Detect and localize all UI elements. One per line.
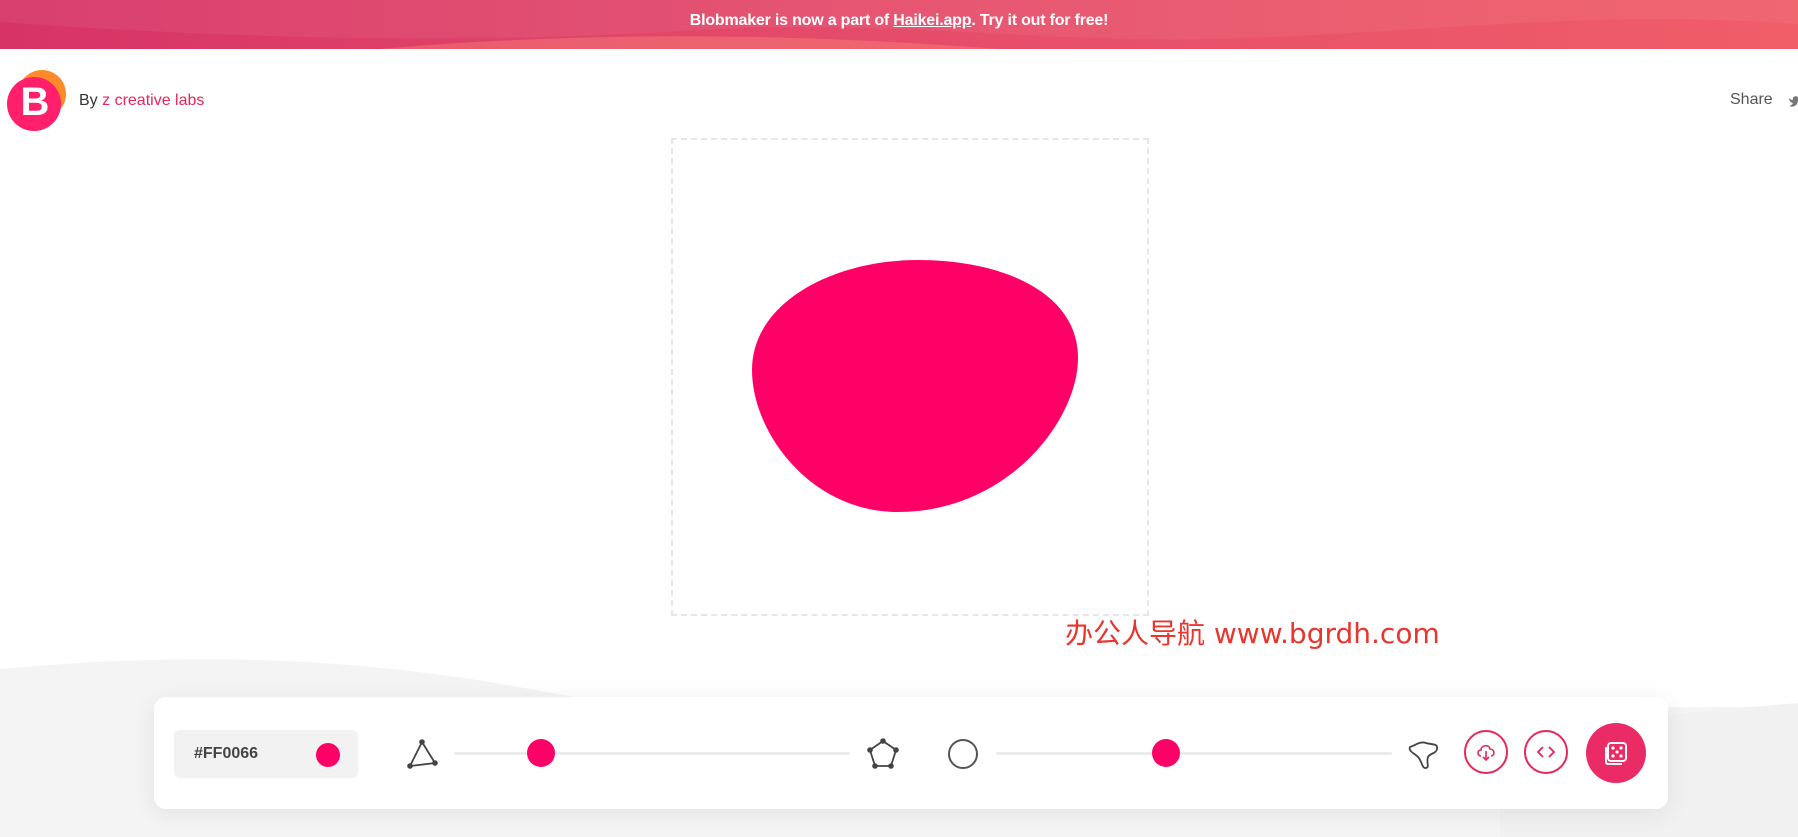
haikei-link[interactable]: Haikei.app	[893, 12, 971, 29]
spiky-blob-icon	[1408, 741, 1438, 769]
blob-shape	[752, 260, 1078, 512]
dice-icon	[1605, 742, 1627, 765]
code-button[interactable]	[1524, 730, 1568, 774]
banner-prefix: Blobmaker is now a part of	[689, 12, 894, 29]
circle-icon	[948, 739, 978, 769]
complexity-slider[interactable]	[454, 738, 850, 768]
color-picker[interactable]: #FF0066	[174, 730, 358, 778]
banner-suffix: . Try it out for free!	[971, 12, 1109, 29]
complexity-thumb[interactable]	[527, 739, 556, 767]
download-button[interactable]	[1464, 730, 1508, 774]
color-value[interactable]: #FF0066	[194, 745, 258, 763]
blobmaker-logo[interactable]: B	[4, 68, 68, 132]
watermark-text: 办公人导航 www.bgrdh.com	[1065, 617, 1440, 650]
share-label[interactable]: Share	[1730, 91, 1773, 109]
logo-letter: B	[21, 80, 50, 124]
randomize-button[interactable]	[1586, 723, 1646, 783]
triangle-points-icon	[407, 739, 438, 769]
complexity-track[interactable]	[454, 752, 850, 755]
contrast-thumb[interactable]	[1152, 739, 1181, 767]
twitter-icon[interactable]	[1789, 94, 1798, 108]
by-line: By z creative labs	[79, 92, 204, 110]
cloud-download-icon	[1477, 744, 1495, 762]
contrast-slider[interactable]	[996, 738, 1392, 768]
pentagon-points-icon	[867, 738, 899, 769]
contrast-track[interactable]	[996, 752, 1392, 755]
banner-message: Blobmaker is now a part of Haikei.app. T…	[0, 12, 1798, 30]
controls-toolbar: #FF0066	[154, 697, 1668, 809]
by-prefix: By	[79, 92, 103, 109]
color-swatch[interactable]	[316, 743, 340, 767]
z-creative-labs-link[interactable]: z creative labs	[102, 92, 204, 109]
code-icon	[1536, 746, 1556, 758]
announcement-banner: Blobmaker is now a part of Haikei.app. T…	[0, 0, 1798, 49]
